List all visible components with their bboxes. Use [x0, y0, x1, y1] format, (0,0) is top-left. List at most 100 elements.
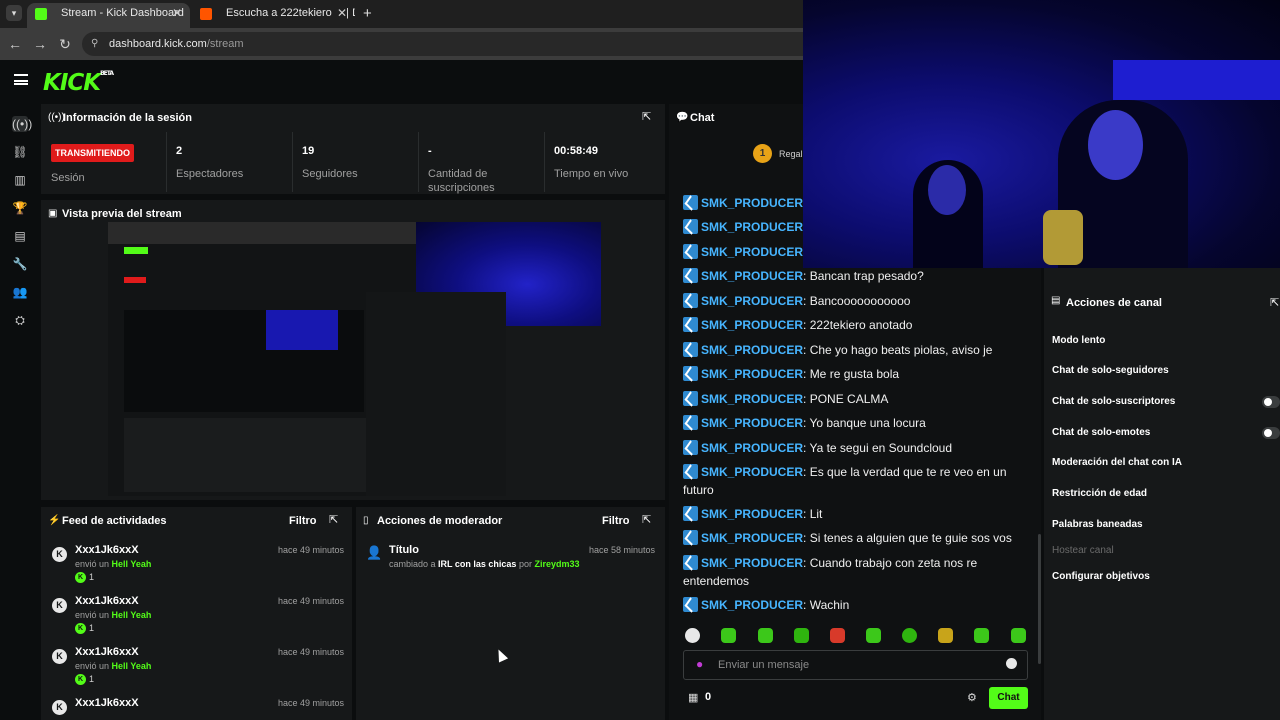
subscribers-only-item[interactable]: Chat de solo-suscriptores [1052, 396, 1175, 407]
activity-time: hace 49 minutos [277, 698, 344, 708]
slow-mode-item[interactable]: Modo lento [1052, 335, 1105, 346]
emote-icon[interactable] [1011, 628, 1026, 643]
chat-username[interactable]: SMK_PRODUCER [701, 507, 803, 521]
chat-username[interactable]: SMK_PRODUCER [701, 598, 803, 612]
chat-message-input[interactable]: ● Enviar un mensaje [683, 650, 1028, 680]
link-icon[interactable]: ⛓ [12, 144, 28, 160]
mod-actions-panel: ▯ Acciones de moderador Filtro ⇱ 👤 Títul… [356, 507, 665, 720]
analytics-icon[interactable]: ▥ [12, 172, 28, 188]
banned-words-item[interactable]: Palabras baneadas [1052, 519, 1143, 530]
ai-moderation-item[interactable]: Moderación del chat con IA [1052, 457, 1182, 468]
chat-input-placeholder: Enviar un mensaje [718, 659, 810, 671]
chat-username[interactable]: SMK_PRODUCER [701, 196, 803, 210]
mod-user[interactable]: Zireydm33 [534, 559, 579, 569]
points-value: 0 [705, 691, 712, 703]
popout-icon[interactable]: ⇱ [329, 514, 341, 526]
count-value: 1 [89, 623, 95, 633]
chat-scrollbar[interactable] [1038, 534, 1041, 664]
stream-preview-panel: ▣ Vista previa del stream [41, 200, 665, 500]
panel-title: Feed de actividades [62, 515, 167, 527]
filter-button[interactable]: Filtro [289, 515, 317, 527]
chat-message: SMK_PRODUCER: Che yo hago beats piolas, … [683, 342, 1033, 360]
emotes-only-item[interactable]: Chat de solo-emotes [1052, 427, 1150, 438]
reload-icon[interactable]: ↻ [56, 35, 74, 53]
emote-icon[interactable] [721, 628, 736, 643]
community-icon[interactable]: 👥 [12, 284, 28, 300]
chat-username[interactable]: SMK_PRODUCER [701, 465, 803, 479]
chat-username[interactable]: SMK_PRODUCER [701, 318, 803, 332]
subscribers-only-toggle[interactable] [1262, 396, 1280, 408]
emote-icon[interactable] [938, 628, 953, 643]
stream-preview-video[interactable] [108, 222, 601, 496]
panel-title: Chat [690, 112, 715, 124]
chat-username[interactable]: SMK_PRODUCER [701, 531, 803, 545]
chat-username[interactable]: SMK_PRODUCER [701, 245, 803, 259]
mod-value: IRL con las chicas [438, 559, 517, 569]
soundcloud-favicon-icon [200, 8, 212, 20]
kick-user-icon: K [52, 598, 67, 613]
configure-goals-item[interactable]: Configurar objetivos [1052, 571, 1150, 582]
panel-title: Información de la sesión [63, 112, 192, 124]
chat-username[interactable]: SMK_PRODUCER [701, 269, 803, 283]
verified-badge-icon [683, 342, 698, 357]
chat-username[interactable]: SMK_PRODUCER [701, 220, 803, 234]
verified-badge-icon [683, 555, 698, 570]
emote-icon[interactable] [830, 628, 845, 643]
chat-username[interactable]: SMK_PRODUCER [701, 392, 803, 406]
wrench-icon[interactable]: 🔧 [12, 256, 28, 272]
media-icon[interactable]: ▤ [12, 228, 28, 244]
chat-settings-gear-icon[interactable]: ⚙ [967, 691, 977, 704]
filter-button[interactable]: Filtro [602, 515, 630, 527]
forward-icon[interactable]: → [31, 35, 49, 53]
site-info-icon[interactable]: ⚲ [91, 32, 98, 56]
chat-send-button[interactable]: Chat [989, 687, 1028, 709]
chat-username[interactable]: SMK_PRODUCER [701, 556, 803, 570]
microphone-icon[interactable]: ● [696, 657, 703, 671]
creator-icon[interactable]: ⛭ [12, 312, 28, 328]
verified-badge-icon [683, 366, 698, 381]
back-icon[interactable]: ← [6, 35, 24, 53]
emote-icon[interactable] [902, 628, 917, 643]
chat-username[interactable]: SMK_PRODUCER [701, 367, 803, 381]
menu-icon[interactable] [14, 74, 28, 85]
trophy-icon[interactable]: 🏆 [12, 200, 28, 216]
popout-icon[interactable]: ⇱ [1270, 297, 1280, 309]
followers-only-item[interactable]: Chat de solo-seguidores [1052, 365, 1169, 376]
emote-icon[interactable] [758, 628, 773, 643]
new-tab-icon[interactable]: + [363, 5, 372, 22]
chat-username[interactable]: SMK_PRODUCER [701, 294, 803, 308]
emoji-picker-icon[interactable] [1006, 658, 1017, 669]
chat-username[interactable]: SMK_PRODUCER [701, 416, 803, 430]
preview-chat-image [366, 292, 506, 496]
activity-username[interactable]: Xxx1Jk6xxX [75, 646, 139, 658]
activity-item: K Xxx1Jk6xxX envió un Hell Yeah K1 hace … [49, 643, 344, 691]
emotes-only-toggle[interactable] [1262, 427, 1280, 439]
kick-logo[interactable]: KICKBETA [43, 70, 114, 96]
activity-username[interactable]: Xxx1Jk6xxX [75, 697, 139, 709]
age-restriction-item[interactable]: Restricción de edad [1052, 488, 1147, 499]
close-tab-icon[interactable]: ✕ [332, 3, 347, 24]
chat-username[interactable]: SMK_PRODUCER [701, 343, 803, 357]
stream-icon[interactable]: ((•)) [12, 116, 32, 132]
tab-kick-dashboard[interactable]: Stream - Kick Dashboard ✕ [27, 3, 190, 28]
lightning-icon: ⚡ [48, 515, 61, 526]
activity-username[interactable]: Xxx1Jk6xxX [75, 544, 139, 556]
chat-text: Bancan trap pesado? [809, 269, 924, 283]
emote-icon[interactable] [974, 628, 989, 643]
chat-username[interactable]: SMK_PRODUCER [701, 441, 803, 455]
verified-badge-icon [683, 464, 698, 479]
viewers-value: 2 [176, 145, 183, 157]
preview-icon: ▣ [48, 208, 58, 219]
activity-desc: envió un Hell Yeah [75, 610, 151, 620]
emote-icon[interactable] [866, 628, 881, 643]
emote-icon[interactable] [794, 628, 809, 643]
tab-soundcloud[interactable]: Escucha a 222tekiero ♫ | Disfru ✕ [192, 3, 355, 28]
popout-icon[interactable]: ⇱ [642, 111, 654, 123]
popout-icon[interactable]: ⇱ [642, 514, 654, 526]
close-tab-icon[interactable]: ✕ [172, 3, 182, 24]
emote-icon[interactable] [685, 628, 700, 643]
tab-list-dropdown-icon[interactable]: ▾ [6, 5, 22, 21]
chat-text: Che yo hago beats piolas, aviso je [809, 343, 993, 357]
session-info-panel: ((•)) Información de la sesión ⇱ TRANSMI… [41, 104, 665, 194]
activity-username[interactable]: Xxx1Jk6xxX [75, 595, 139, 607]
